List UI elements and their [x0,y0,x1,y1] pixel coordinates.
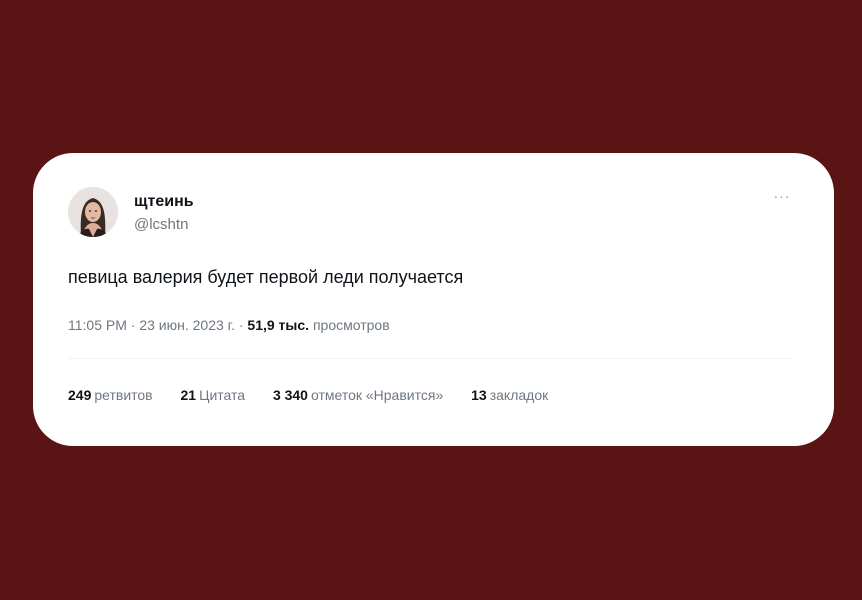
tweet-meta: 11:05 PM · 23 июн. 2023 г. · 51,9 тыс. п… [68,316,390,334]
tweet-time[interactable]: 11:05 PM [68,317,127,333]
retweets-label: ретвитов [94,387,153,403]
avatar[interactable] [68,187,118,237]
retweets-stat[interactable]: 249 ретвитов [68,386,153,404]
meta-separator: · [234,317,248,333]
likes-count: 3 340 [272,387,308,403]
quotes-label: Цитата [199,387,246,403]
retweets-count: 249 [68,387,92,403]
tweet-date[interactable]: 23 июн. 2023 г. [139,317,235,333]
likes-label: отметок «Нравится» [310,387,444,403]
engagement-stats: 249 ретвитов 21 Цитата 3 340 отметок «Нрави… [68,386,572,404]
avatar-photo [68,187,118,237]
views-count: 51,9 тыс. [247,317,310,333]
tweet-text: певица валерия будет первой леди получае… [68,267,464,287]
likes-stat[interactable]: 3 340 отметок «Нравится» [273,386,443,404]
bookmarks-stat[interactable]: 13 закладок [471,386,548,404]
views-label: просмотров [312,317,390,333]
bookmarks-label: закладок [489,387,549,403]
tweet-card: щтеинь @lcshtn ··· певица валерия будет … [33,153,834,446]
page-background: щтеинь @lcshtn ··· певица валерия будет … [0,0,862,600]
bookmarks-count: 13 [471,387,487,403]
meta-separator: · [126,317,140,333]
more-horizontal-icon[interactable]: ··· [769,187,795,205]
display-name[interactable]: щтеинь [134,193,194,211]
quotes-stat[interactable]: 21 Цитата [181,386,246,404]
quotes-count: 21 [180,387,197,403]
divider [68,358,793,359]
user-handle[interactable]: @lcshtn [134,216,188,234]
